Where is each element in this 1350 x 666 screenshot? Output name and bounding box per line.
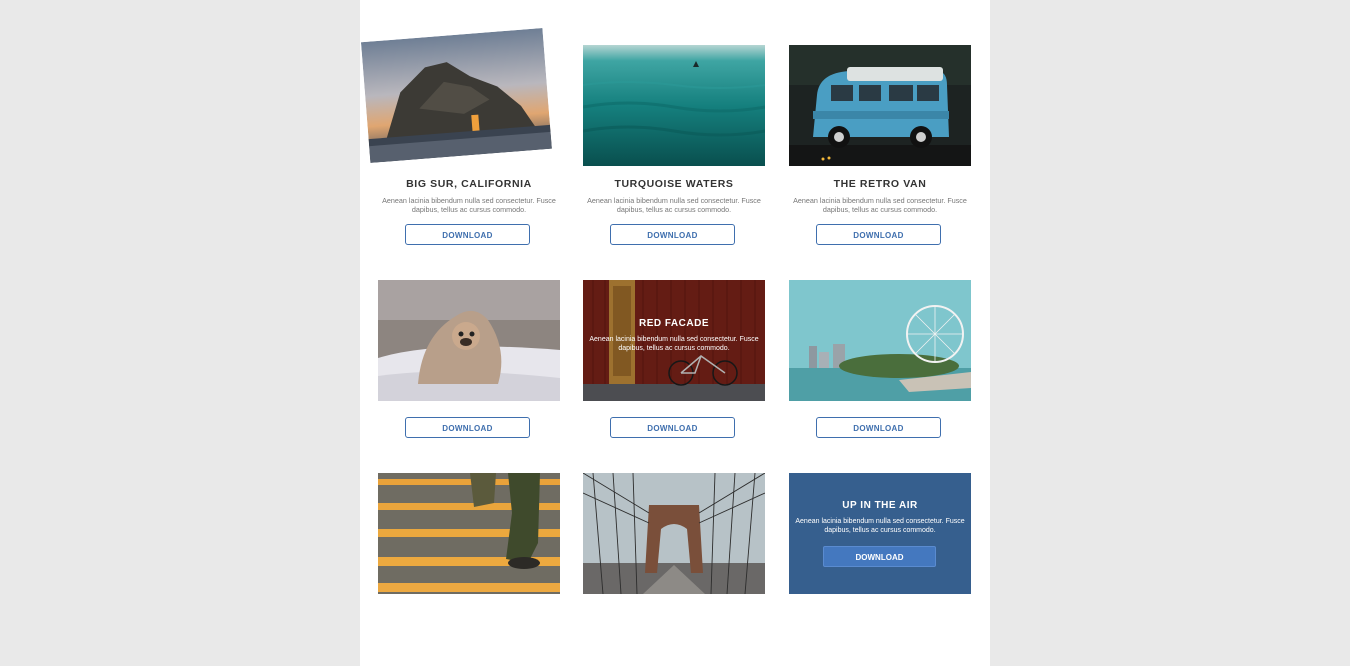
download-button[interactable]: DOWNLOAD xyxy=(405,417,530,438)
photo-stairs[interactable] xyxy=(378,473,560,594)
card-title: UP IN THE AIR xyxy=(842,500,918,511)
card-retro-van: THE RETRO VAN Aenean lacinia bibendum nu… xyxy=(789,45,971,250)
card-description: Aenean lacinia bibendum nulla sed consec… xyxy=(587,196,761,214)
download-button[interactable]: DOWNLOAD xyxy=(610,417,735,438)
card-title: THE RETRO VAN xyxy=(833,178,927,190)
photo-rocky-coast[interactable] xyxy=(360,26,577,179)
card-stairs xyxy=(378,473,560,594)
card-bridge xyxy=(583,473,765,594)
download-button[interactable]: DOWNLOAD xyxy=(405,224,530,245)
card-title: BIG SUR, CALIFORNIA xyxy=(406,178,532,190)
content-panel: BIG SUR, CALIFORNIA Aenean lacinia biben… xyxy=(360,0,990,666)
card-title: TURQUOISE WATERS xyxy=(614,178,734,190)
card-description: Aenean lacinia bibendum nulla sed consec… xyxy=(589,336,759,352)
card-description: Aenean lacinia bibendum nulla sed consec… xyxy=(382,196,556,214)
card-big-sur: BIG SUR, CALIFORNIA Aenean lacinia biben… xyxy=(360,28,560,250)
download-button[interactable]: DOWNLOAD xyxy=(816,224,941,245)
photo-ferris-wheel-river[interactable] xyxy=(789,280,971,401)
card-description: Aenean lacinia bibendum nulla sed consec… xyxy=(795,518,965,534)
photo-retro-van[interactable] xyxy=(789,45,971,166)
card-description: Aenean lacinia bibendum nulla sed consec… xyxy=(793,196,967,214)
download-button[interactable]: DOWNLOAD xyxy=(816,417,941,438)
card-turquoise-waters: TURQUOISE WATERS Aenean lacinia bibendum… xyxy=(583,45,765,250)
photo-suspension-bridge[interactable] xyxy=(583,473,765,594)
photo-pug-in-blanket[interactable] xyxy=(378,280,560,401)
download-button[interactable]: DOWNLOAD xyxy=(610,224,735,245)
card-red-facade: RED FACADE Aenean lacinia bibendum nulla… xyxy=(583,280,765,445)
card-ferris-wheel: DOWNLOAD xyxy=(789,280,971,445)
photo-turquoise-ocean[interactable] xyxy=(583,45,765,166)
card-title: RED FACADE xyxy=(638,318,709,329)
card-pug: DOWNLOAD xyxy=(378,280,560,445)
download-button[interactable]: DOWNLOAD xyxy=(823,546,936,567)
card-up-in-the-air: UP IN THE AIR Aenean lacinia bibendum nu… xyxy=(789,473,971,594)
